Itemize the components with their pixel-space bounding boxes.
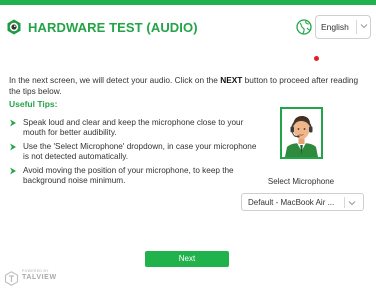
- tip-text: Speak loud and clear and keep the microp…: [23, 118, 244, 137]
- top-accent-bar: [0, 0, 376, 5]
- language-dropdown[interactable]: English: [315, 15, 371, 39]
- tip-text: Use the 'Select Microphone' dropdown, in…: [23, 142, 257, 161]
- headset-user-illustration: [280, 107, 323, 159]
- dropdown-separator: [356, 20, 357, 34]
- microphone-selected-value: Default - MacBook Air ...: [248, 198, 335, 207]
- chevron-down-icon: [360, 24, 368, 29]
- record-dot-icon: [314, 56, 319, 61]
- useful-tips-heading: Useful Tips:: [9, 99, 58, 109]
- arrow-right-icon: [10, 167, 16, 175]
- talview-logo-icon: [4, 271, 19, 286]
- page-title: HARDWARE TEST (AUDIO): [28, 20, 198, 35]
- brand-name: TALVIEW: [22, 274, 57, 281]
- language-selected-value: English: [321, 22, 349, 32]
- arrow-right-icon: [10, 119, 16, 127]
- microphone-dropdown[interactable]: Default - MacBook Air ...: [241, 193, 364, 211]
- next-button[interactable]: Next: [145, 251, 229, 267]
- select-microphone-label: Select Microphone: [267, 177, 335, 186]
- arrow-right-icon: [10, 143, 16, 151]
- powered-by-label: POWERED BY: [22, 269, 49, 273]
- dropdown-separator: [344, 197, 345, 208]
- intro-next-keyword: NEXT: [220, 75, 243, 85]
- hardware-test-page: HARDWARE TEST (AUDIO) English In the nex…: [0, 0, 376, 291]
- chevron-down-icon: [348, 201, 356, 206]
- tip-text: Avoid moving the position of your microp…: [23, 166, 234, 185]
- globe-icon[interactable]: [295, 18, 313, 36]
- camera-lens-logo-icon: [7, 19, 21, 35]
- intro-text-part: In the next screen, we will detect your …: [9, 75, 221, 85]
- intro-text: In the next screen, we will detect your …: [9, 75, 367, 97]
- headset-user-icon: [285, 116, 318, 157]
